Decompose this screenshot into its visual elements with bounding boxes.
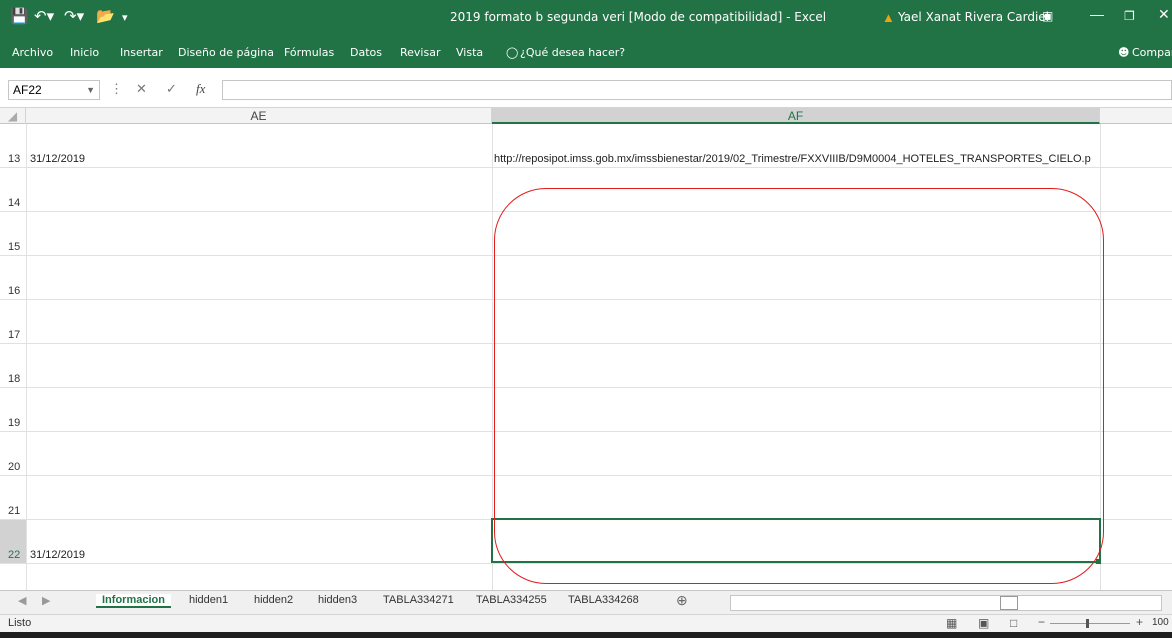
lightbulb-icon: ◯ <box>506 46 519 59</box>
zoom-level[interactable]: 100 <box>1152 617 1169 628</box>
tab-datos[interactable]: Datos <box>350 46 382 59</box>
undo-icon[interactable]: ↶▾ <box>34 7 54 25</box>
sheet-tab-tabla334255[interactable]: TABLA334255 <box>476 594 547 606</box>
ribbon-tabs: Archivo Inicio Insertar Diseño de página… <box>0 38 1172 68</box>
table-row: 13 31/12/2019 http://reposipot.imss.gob.… <box>0 124 1172 168</box>
name-box-value: AF22 <box>13 83 42 97</box>
window-title: 2019 formato b segunda veri [Modo de com… <box>450 10 827 24</box>
page-break-icon[interactable]: □ <box>1010 616 1017 630</box>
chevron-down-icon[interactable]: ▼ <box>86 81 95 99</box>
more-icon: ⋮ <box>110 81 123 96</box>
row-number[interactable]: 22 <box>0 549 24 561</box>
sheet-tab-hidden2[interactable]: hidden2 <box>254 594 293 606</box>
red-annotation-outline <box>494 188 1104 584</box>
scroll-left-icon[interactable]: ◀ <box>18 594 26 607</box>
row-number[interactable]: 21 <box>0 505 24 517</box>
scroll-right-icon[interactable]: ▶ <box>42 594 50 607</box>
cell-ae[interactable]: 31/12/2019 <box>30 153 85 165</box>
tab-archivo[interactable]: Archivo <box>12 46 53 59</box>
taskbar-strip <box>0 632 1172 638</box>
cancel-icon[interactable]: ✕ <box>136 81 147 97</box>
status-text: Listo <box>8 617 32 629</box>
save-icon[interactable]: 💾 <box>10 7 29 25</box>
formula-input[interactable] <box>222 80 1172 100</box>
row-number[interactable]: 15 <box>0 241 24 253</box>
user-name[interactable]: Yael Xanat Rivera Cardiel <box>898 10 1049 24</box>
fill-handle[interactable] <box>1096 559 1101 564</box>
name-box[interactable]: AF22 ▼ <box>8 80 100 100</box>
row-number[interactable]: 19 <box>0 417 24 429</box>
enter-icon[interactable]: ✓ <box>166 81 177 97</box>
cell-af[interactable]: http://reposipot.imss.gob.mx/imssbienest… <box>494 153 1100 165</box>
column-headers: ◢ AE AF <box>0 108 1172 124</box>
customize-qat-icon[interactable]: ▾ <box>122 11 128 24</box>
minimize-icon[interactable]: — <box>1090 6 1104 22</box>
warning-icon: ▲ <box>882 10 895 25</box>
row-number[interactable]: 20 <box>0 461 24 473</box>
formula-bar: AF22 ▼ ⋮ ✕ ✓ fx <box>0 68 1172 108</box>
tab-revisar[interactable]: Revisar <box>400 46 440 59</box>
column-header-af[interactable]: AF <box>492 108 1100 124</box>
row-number[interactable]: 14 <box>0 197 24 209</box>
tab-formulas[interactable]: Fórmulas <box>284 46 334 59</box>
title-bar: 💾 ↶▾ ↷▾ 📂 ▾ 2019 formato b segunda veri … <box>0 0 1172 38</box>
add-sheet-icon[interactable]: ⊕ <box>676 592 688 609</box>
spreadsheet-grid[interactable]: 13 31/12/2019 http://reposipot.imss.gob.… <box>0 124 1172 590</box>
zoom-in-icon[interactable]: + <box>1136 615 1143 629</box>
sheet-tab-informacion[interactable]: Informacion <box>96 594 171 608</box>
close-icon[interactable]: ✕ <box>1158 6 1170 23</box>
row-number[interactable]: 16 <box>0 285 24 297</box>
sheet-tab-bar: ◀ ▶ Informacion hidden1 hidden2 hidden3 … <box>0 590 1172 614</box>
ribbon-display-icon[interactable]: ▣ <box>1042 9 1053 23</box>
sheet-tab-tabla334268[interactable]: TABLA334268 <box>568 594 639 606</box>
sheet-tab-hidden3[interactable]: hidden3 <box>318 594 357 606</box>
row-number[interactable]: 17 <box>0 329 24 341</box>
sheet-tab-hidden1[interactable]: hidden1 <box>189 594 228 606</box>
tab-vista[interactable]: Vista <box>456 46 483 59</box>
tell-me-input[interactable]: ¿Qué desea hacer? <box>520 46 625 59</box>
redo-icon[interactable]: ↷▾ <box>64 7 84 25</box>
horizontal-scrollbar[interactable] <box>730 595 1162 611</box>
function-icon[interactable]: fx <box>196 81 205 97</box>
zoom-out-icon[interactable]: − <box>1038 615 1045 629</box>
share-icon[interactable]: ☻ <box>1118 46 1129 59</box>
sheet-tab-tabla334271[interactable]: TABLA334271 <box>383 594 454 606</box>
column-header-ae[interactable]: AE <box>26 108 492 124</box>
select-all-corner[interactable]: ◢ <box>0 108 26 124</box>
scrollbar-thumb[interactable] <box>1000 596 1018 610</box>
restore-icon[interactable]: ❐ <box>1124 9 1135 23</box>
tab-inicio[interactable]: Inicio <box>70 46 99 59</box>
share-button[interactable]: Compar <box>1132 46 1172 59</box>
page-layout-icon[interactable]: ▣ <box>978 616 989 630</box>
tab-diseno-pagina[interactable]: Diseño de página <box>178 46 274 59</box>
open-folder-icon[interactable]: 📂 <box>96 7 115 25</box>
zoom-slider[interactable] <box>1050 623 1130 624</box>
row-number[interactable]: 13 <box>0 153 24 165</box>
row-number[interactable]: 18 <box>0 373 24 385</box>
normal-view-icon[interactable]: ▦ <box>946 616 957 630</box>
status-bar: Listo ▦ ▣ □ − + 100 <box>0 614 1172 632</box>
tab-insertar[interactable]: Insertar <box>120 46 163 59</box>
cell-ae[interactable]: 31/12/2019 <box>30 549 85 561</box>
zoom-slider-thumb[interactable] <box>1086 619 1089 628</box>
